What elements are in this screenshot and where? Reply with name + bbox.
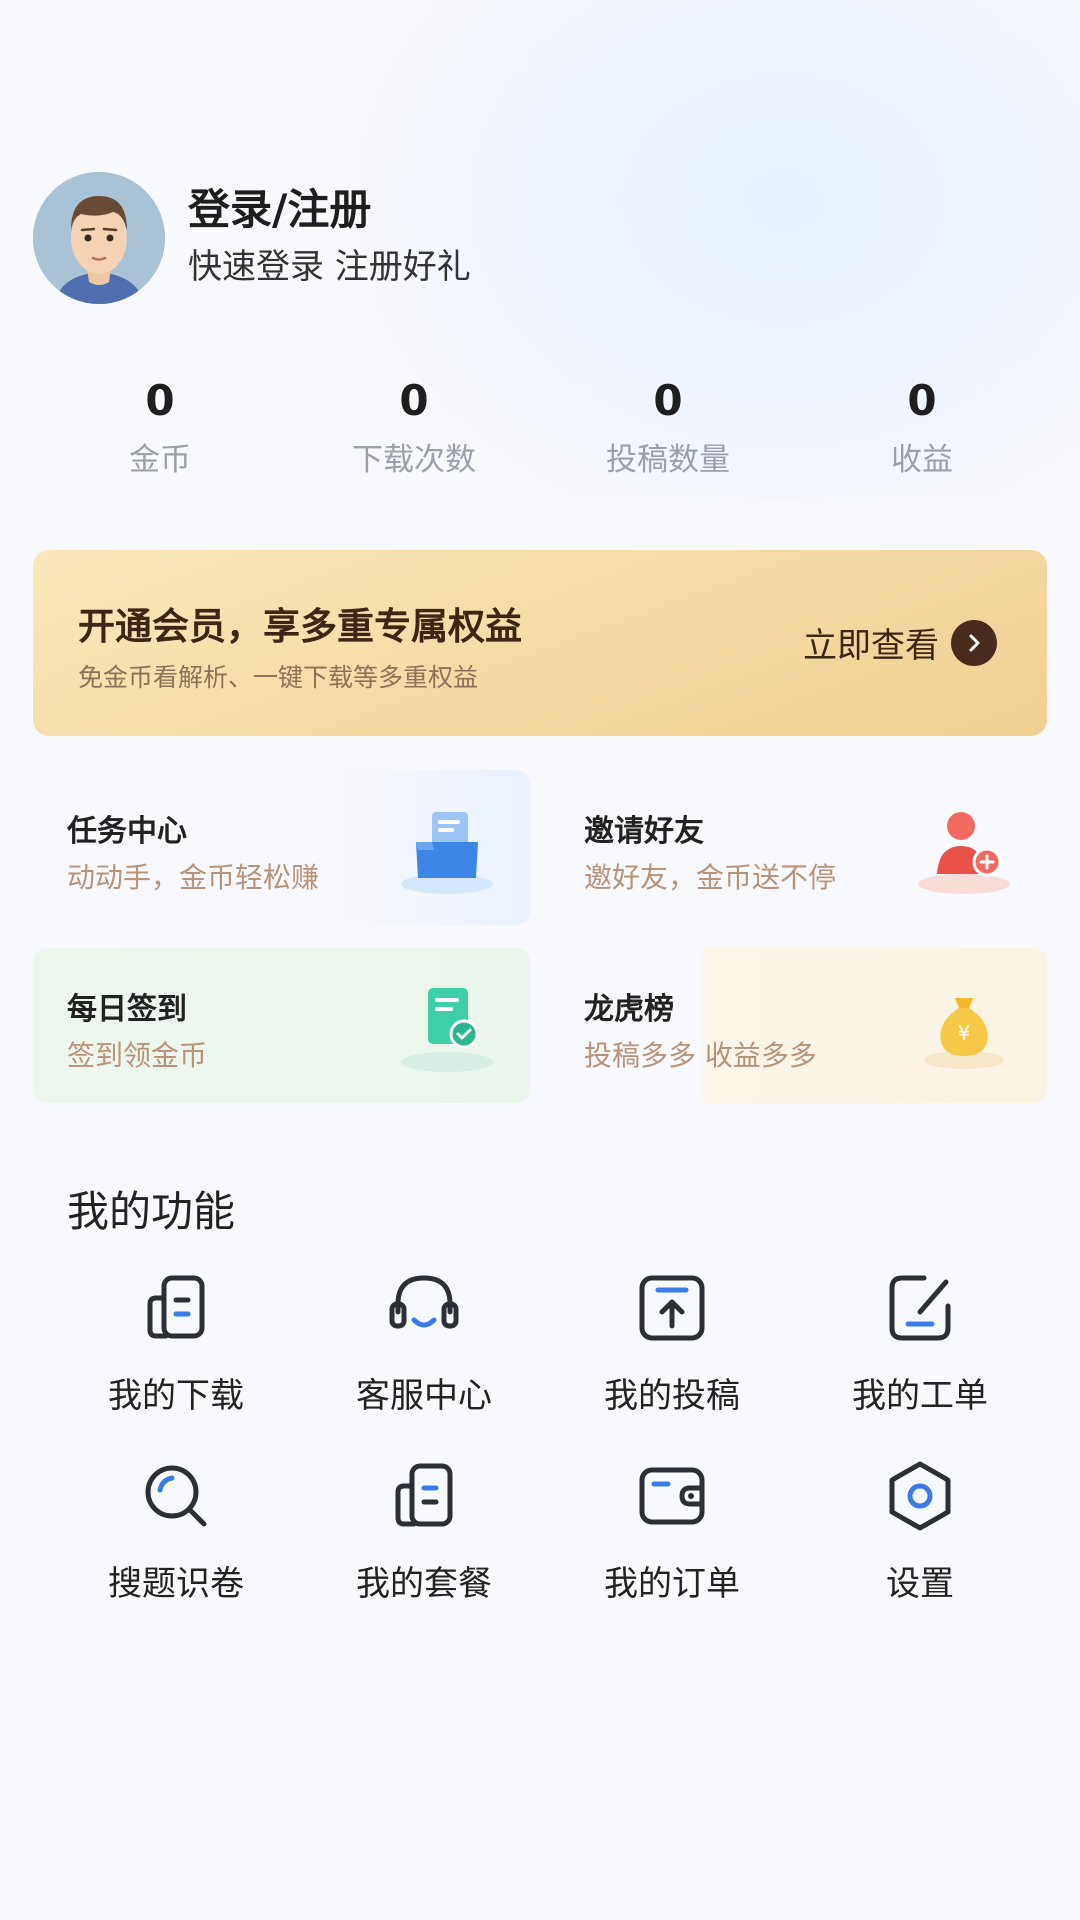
functions-section-title: 我的功能	[67, 1187, 236, 1236]
fn-my-downloads[interactable]: 我的下载	[66, 1268, 286, 1417]
login-register-title[interactable]: 登录/注册	[188, 176, 371, 237]
vip-banner[interactable]: 开通会员，享多重专属权益 免金币看解析、一键下载等多重权益 立即查看	[33, 550, 1047, 736]
package-icon	[395, 1463, 453, 1527]
vip-button-label: 立即查看	[803, 626, 939, 666]
fn-label: 我的投稿	[604, 1376, 740, 1416]
stat-label: 投稿数量	[606, 442, 730, 478]
card-daily-checkin[interactable]: 每日签到 签到领金币	[33, 948, 530, 1103]
stat-downloads[interactable]: 0 下载次数	[287, 374, 541, 479]
fn-settings[interactable]: 设置	[810, 1456, 1030, 1605]
settings-hexagon-icon	[889, 1461, 951, 1531]
download-doc-icon	[147, 1275, 205, 1339]
card-task-center[interactable]: 任务中心 动动手，金币轻松赚	[33, 770, 530, 925]
fn-label: 客服中心	[356, 1376, 492, 1416]
fn-my-orders[interactable]: 我的订单	[562, 1456, 782, 1605]
vip-subtitle: 免金币看解析、一键下载等多重权益	[78, 663, 479, 692]
money-bag-icon: ¥	[924, 998, 1004, 1069]
card-title: 每日签到	[67, 992, 187, 1027]
stat-earnings[interactable]: 0 收益	[795, 374, 1049, 479]
fn-label: 我的工单	[852, 1376, 988, 1416]
card-subtitle: 邀好友，金币送不停	[584, 861, 837, 894]
card-title: 任务中心	[67, 814, 187, 849]
fn-my-tickets[interactable]: 我的工单	[810, 1268, 1030, 1417]
chevron-right-icon	[951, 619, 997, 666]
card-subtitle: 签到领金币	[67, 1039, 208, 1072]
search-icon	[145, 1465, 207, 1527]
fn-label: 我的套餐	[356, 1564, 492, 1604]
fn-my-package[interactable]: 我的套餐	[314, 1456, 534, 1605]
login-subtitle: 快速登录 注册好礼	[188, 247, 471, 287]
vip-title: 开通会员，享多重专属权益	[78, 605, 522, 648]
fn-search-questions[interactable]: 搜题识卷	[66, 1456, 286, 1605]
svg-text:¥: ¥	[958, 1021, 971, 1045]
headset-icon	[389, 1275, 459, 1329]
checkin-doc-icon	[401, 988, 493, 1072]
card-leaderboard[interactable]: 龙虎榜 投稿多多 收益多多 ¥	[550, 948, 1047, 1103]
vip-view-button[interactable]: 立即查看	[803, 618, 997, 667]
card-invite-friends[interactable]: 邀请好友 邀好友，金币送不停	[550, 770, 1047, 925]
stat-value: 0	[653, 376, 683, 425]
stat-label: 收益	[891, 442, 953, 478]
fn-my-submissions[interactable]: 我的投稿	[562, 1268, 782, 1417]
stat-label: 下载次数	[352, 442, 476, 478]
stat-label: 金币	[129, 442, 191, 478]
edit-ticket-icon	[889, 1275, 951, 1341]
card-subtitle: 投稿多多 收益多多	[584, 1039, 817, 1072]
task-box-icon	[401, 812, 493, 894]
fn-label: 设置	[886, 1564, 954, 1604]
wallet-icon	[639, 1467, 705, 1525]
stat-value: 0	[399, 376, 429, 425]
stat-value: 0	[145, 376, 175, 425]
fn-label: 搜题识卷	[108, 1564, 244, 1604]
avatar[interactable]	[33, 172, 165, 304]
fn-label: 我的订单	[604, 1564, 740, 1604]
card-subtitle: 动动手，金币轻松赚	[67, 861, 320, 894]
fn-customer-service[interactable]: 客服中心	[314, 1268, 534, 1417]
stat-value: 0	[907, 376, 937, 425]
card-title: 龙虎榜	[584, 992, 674, 1027]
upload-icon	[639, 1275, 705, 1341]
fn-label: 我的下载	[108, 1376, 244, 1416]
stat-submissions[interactable]: 0 投稿数量	[541, 374, 795, 479]
card-title: 邀请好友	[584, 814, 704, 849]
invite-user-icon	[918, 812, 1010, 894]
stat-coins[interactable]: 0 金币	[33, 374, 287, 479]
